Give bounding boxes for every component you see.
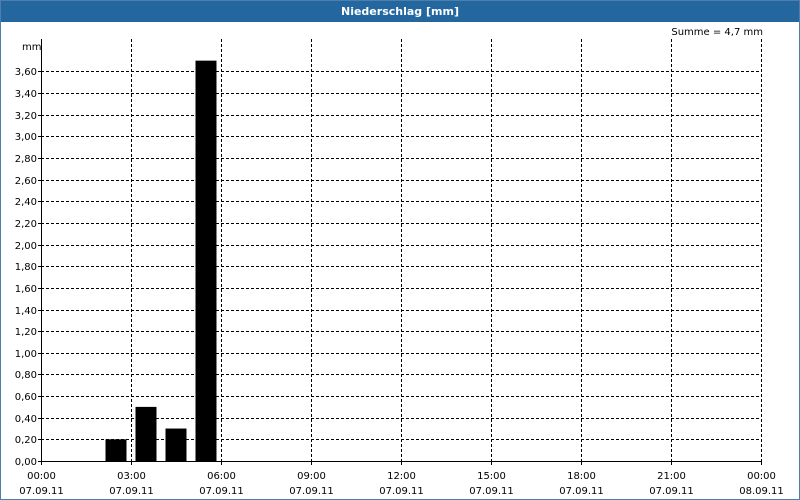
x-tick-time-label: 18:00 (567, 471, 596, 482)
y-tick-label: 3,20 (15, 111, 37, 122)
bar-series (105, 60, 217, 462)
x-tick-date-label: 08.09.11 (739, 486, 784, 497)
precipitation-chart: mm 0,00 0,20 0,40 0,60 0,80 1,00 1,20 1,40 1,60 1… (15, 39, 784, 497)
precipitation-bar (105, 439, 127, 461)
y-tick-label: 0,80 (15, 370, 37, 381)
y-axis-unit-label: mm (22, 42, 41, 53)
y-tick-label: 2,20 (15, 219, 37, 230)
y-axis-ticks: 0,00 0,20 0,40 0,60 0,80 1,00 1,20 1,40 1,60 1,80… (15, 67, 37, 468)
y-tick-label: 2,80 (15, 154, 37, 165)
x-tick-date-label: 07.09.11 (559, 486, 604, 497)
x-tick-time-label: 00:00 (27, 471, 56, 482)
y-tick-label: 1,40 (15, 306, 37, 317)
y-tick-label: 2,00 (15, 241, 37, 252)
x-tick-date-label: 07.09.11 (469, 486, 514, 497)
x-tick-time-label: 15:00 (477, 471, 506, 482)
axes (38, 39, 762, 465)
y-tick-label: 1,60 (15, 284, 37, 295)
precipitation-bar (135, 406, 157, 461)
precipitation-bar (195, 60, 217, 462)
y-tick-label: 3,00 (15, 132, 37, 143)
x-tick-date-label: 07.09.11 (379, 486, 424, 497)
x-tick-date-label: 07.09.11 (649, 486, 694, 497)
x-tick-date-label: 07.09.11 (109, 486, 154, 497)
x-tick-time-label: 09:00 (297, 471, 326, 482)
y-tick-label: 1,20 (15, 327, 37, 338)
y-tick-label: 3,60 (15, 67, 37, 78)
y-tick-label: 2,40 (15, 197, 37, 208)
x-tick-time-label: 21:00 (657, 471, 686, 482)
precipitation-bar (165, 428, 187, 461)
y-tick-label: 0,00 (15, 457, 37, 468)
grid-lines (41, 39, 762, 461)
y-tick-label: 0,20 (15, 435, 37, 446)
y-tick-label: 1,00 (15, 349, 37, 360)
x-tick-date-label: 07.09.11 (289, 486, 334, 497)
x-tick-time-label: 12:00 (387, 471, 416, 482)
y-tick-label: 1,80 (15, 262, 37, 273)
x-tick-time-label: 00:00 (747, 471, 776, 482)
x-axis-ticks: 00:00 07.09.11 03:00 07.09.11 06:00 07.09.11 0… (19, 471, 784, 497)
y-tick-label: 2,60 (15, 176, 37, 187)
x-tick-time-label: 03:00 (117, 471, 146, 482)
x-tick-date-label: 07.09.11 (19, 486, 64, 497)
x-tick-date-label: 07.09.11 (199, 486, 244, 497)
x-tick-time-label: 06:00 (207, 471, 236, 482)
y-tick-label: 0,60 (15, 392, 37, 403)
y-tick-label: 0,40 (15, 414, 37, 425)
y-tick-label: 3,40 (15, 89, 37, 100)
